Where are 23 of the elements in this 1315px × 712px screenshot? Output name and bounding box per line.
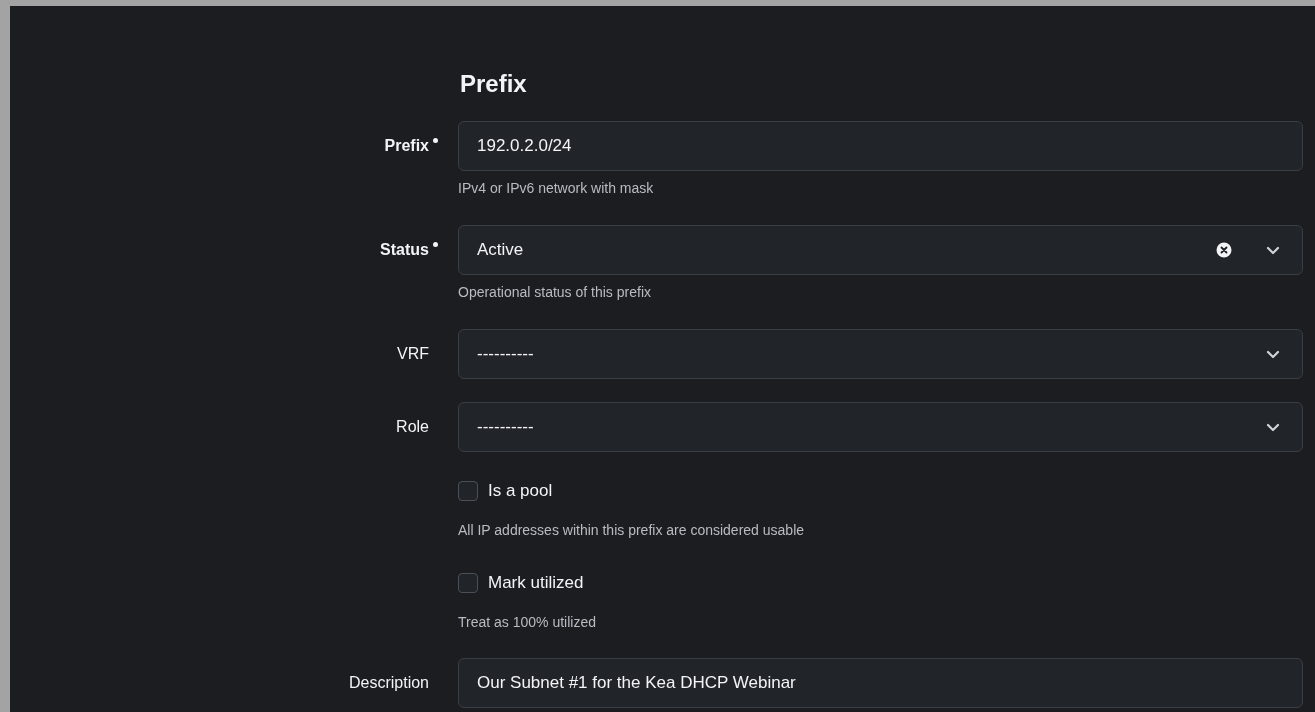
select-field[interactable]: ---------- bbox=[458, 329, 1303, 379]
select-field[interactable]: ---------- bbox=[458, 402, 1303, 452]
input-field[interactable]: 192.0.2.0/24 bbox=[458, 121, 1303, 171]
field-label: Role bbox=[396, 417, 429, 437]
field-label: VRF bbox=[397, 344, 429, 364]
chevron-down-icon bbox=[1266, 349, 1280, 359]
field-label: Prefix bbox=[384, 136, 429, 156]
select-field[interactable]: Active bbox=[458, 225, 1303, 275]
help-text: Operational status of this prefix bbox=[458, 283, 651, 301]
chevron-down-icon bbox=[1266, 422, 1280, 432]
clear-icon[interactable] bbox=[1216, 242, 1232, 258]
checkbox[interactable] bbox=[458, 481, 478, 501]
section-title: Prefix bbox=[460, 69, 527, 99]
help-text: IPv4 or IPv6 network with mask bbox=[458, 179, 654, 197]
help-text: All IP addresses within this prefix are considered usable bbox=[458, 521, 805, 539]
chevron-down-icon bbox=[1266, 245, 1280, 255]
input-field[interactable]: Our Subnet #1 for the Kea DHCP Webinar bbox=[458, 658, 1303, 708]
checkbox-label[interactable]: Is a pool bbox=[488, 478, 553, 504]
help-text: Treat as 100% utilized bbox=[458, 613, 596, 631]
checkbox[interactable] bbox=[458, 573, 478, 593]
field-label: Description bbox=[348, 673, 429, 693]
field-label: Status bbox=[380, 240, 429, 260]
checkbox-label[interactable]: Mark utilized bbox=[488, 570, 584, 596]
